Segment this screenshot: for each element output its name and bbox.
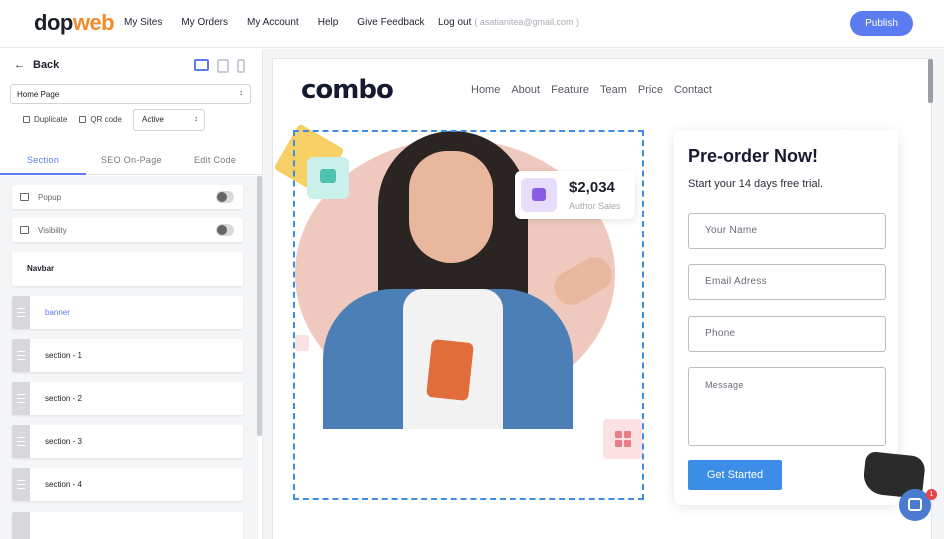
logo-text-accent: web — [72, 10, 115, 35]
qr-code-icon — [79, 116, 87, 123]
qr-code-label: QR code — [90, 115, 122, 124]
panel-tabs: Section SEO On-Page Edit Code — [0, 149, 262, 175]
user-email: ( asatianitea@gmail.com ) — [474, 17, 580, 27]
drag-handle-icon[interactable] — [12, 296, 30, 329]
window-icon — [20, 193, 29, 201]
nav-my-orders[interactable]: My Orders — [181, 17, 228, 28]
site-nav-feature[interactable]: Feature — [551, 84, 589, 96]
nav-help[interactable]: Help — [318, 17, 339, 28]
get-started-button[interactable]: Get Started — [688, 460, 782, 490]
drag-handle-icon[interactable] — [12, 339, 30, 372]
drag-handle-icon[interactable] — [12, 425, 30, 458]
desktop-icon[interactable] — [194, 59, 209, 71]
selected-section-outline[interactable] — [293, 130, 644, 500]
app-logo[interactable]: dopweb — [34, 10, 115, 36]
status-value: Active — [142, 115, 164, 124]
site-logo[interactable]: combo — [301, 75, 394, 105]
active-tab-indicator — [0, 173, 86, 175]
name-field[interactable]: Your Name — [688, 213, 886, 249]
navbar-item[interactable]: Navbar — [12, 252, 243, 286]
status-select[interactable]: Active ↕ — [133, 109, 205, 131]
page-tools: Duplicate QR code — [23, 115, 134, 124]
duplicate-button[interactable]: Duplicate — [23, 115, 67, 124]
section-item-banner[interactable]: banner — [12, 296, 243, 329]
section-label: section - 4 — [45, 480, 82, 489]
logout-area: Log out( asatianitea@gmail.com ) — [438, 17, 579, 28]
top-bar: dopweb My Sites My Orders My Account Hel… — [0, 0, 944, 48]
qr-code-button[interactable]: QR code — [79, 115, 122, 124]
section-item-1[interactable]: section - 1 — [12, 339, 243, 372]
page-select[interactable]: Home Page ↕ — [10, 84, 251, 104]
duplicate-label: Duplicate — [34, 115, 68, 124]
site-preview: combo Home About Feature Team Price Cont… — [273, 59, 931, 539]
window-icon — [20, 226, 29, 234]
drag-handle-icon[interactable] — [12, 468, 30, 501]
tab-seo-on-page[interactable]: SEO On-Page — [101, 155, 162, 165]
chevron-updown-icon: ↕ — [194, 114, 198, 123]
section-item-2[interactable]: section - 2 — [12, 382, 243, 415]
section-label: section - 3 — [45, 437, 82, 446]
message-field[interactable]: Message — [688, 367, 886, 446]
visibility-toggle[interactable] — [216, 224, 234, 236]
popup-toggle[interactable] — [216, 191, 234, 203]
section-item-3[interactable]: section - 3 — [12, 425, 243, 458]
popup-label: Popup — [38, 193, 62, 202]
site-nav-about[interactable]: About — [511, 84, 540, 96]
chat-icon — [908, 498, 922, 511]
editor-panel: ← Back Home Page ↕ Duplicate QR code Acti… — [0, 49, 263, 539]
site-nav-price[interactable]: Price — [638, 84, 663, 96]
email-field[interactable]: Email Adress — [688, 264, 886, 300]
duplicate-icon — [23, 116, 30, 123]
back-label: Back — [33, 59, 60, 71]
section-item-4[interactable]: section - 4 — [12, 468, 243, 501]
tab-section[interactable]: Section — [27, 155, 59, 165]
top-nav: My Sites My Orders My Account Help Give … — [124, 17, 444, 28]
device-switcher — [194, 59, 245, 73]
publish-button[interactable]: Publish — [850, 11, 913, 36]
page-select-value: Home Page — [17, 90, 60, 99]
mobile-icon[interactable] — [237, 59, 245, 73]
preorder-form: Pre-order Now! Start your 14 days free t… — [674, 130, 898, 505]
site-nav-contact[interactable]: Contact — [674, 84, 712, 96]
tab-edit-code[interactable]: Edit Code — [194, 155, 236, 165]
chat-unread-badge: 1 — [926, 489, 937, 500]
popup-row: Popup — [12, 185, 243, 209]
form-subtitle: Start your 14 days free trial. — [688, 178, 824, 190]
logout-link[interactable]: Log out — [438, 17, 471, 28]
nav-my-account[interactable]: My Account — [247, 17, 299, 28]
phone-field[interactable]: Phone — [688, 316, 886, 352]
logo-text-main: dop — [34, 10, 73, 35]
navbar-label: Navbar — [27, 264, 55, 273]
site-nav-team[interactable]: Team — [600, 84, 627, 96]
panel-scrollbar[interactable] — [257, 176, 262, 436]
section-label: banner — [45, 308, 70, 317]
nav-give-feedback[interactable]: Give Feedback — [357, 17, 424, 28]
site-nav: Home About Feature Team Price Contact — [471, 84, 723, 96]
visibility-label: Visibility — [38, 226, 67, 235]
section-list: Popup Visibility Navbar banner section -… — [0, 176, 258, 539]
chevron-updown-icon: ↕ — [239, 88, 243, 97]
form-title: Pre-order Now! — [688, 146, 819, 166]
section-item-partial[interactable] — [12, 512, 243, 539]
drag-handle-icon[interactable] — [12, 512, 30, 539]
section-label: section - 1 — [45, 351, 82, 360]
drag-handle-icon[interactable] — [12, 382, 30, 415]
site-nav-home[interactable]: Home — [471, 84, 500, 96]
preview-scrollbar[interactable] — [928, 59, 933, 103]
back-button[interactable]: ← Back — [14, 59, 59, 71]
tablet-icon[interactable] — [217, 59, 229, 73]
visibility-row: Visibility — [12, 218, 243, 242]
nav-my-sites[interactable]: My Sites — [124, 17, 162, 28]
arrow-left-icon: ← — [14, 59, 25, 71]
preview-canvas: combo Home About Feature Team Price Cont… — [263, 49, 944, 539]
section-label: section - 2 — [45, 394, 82, 403]
